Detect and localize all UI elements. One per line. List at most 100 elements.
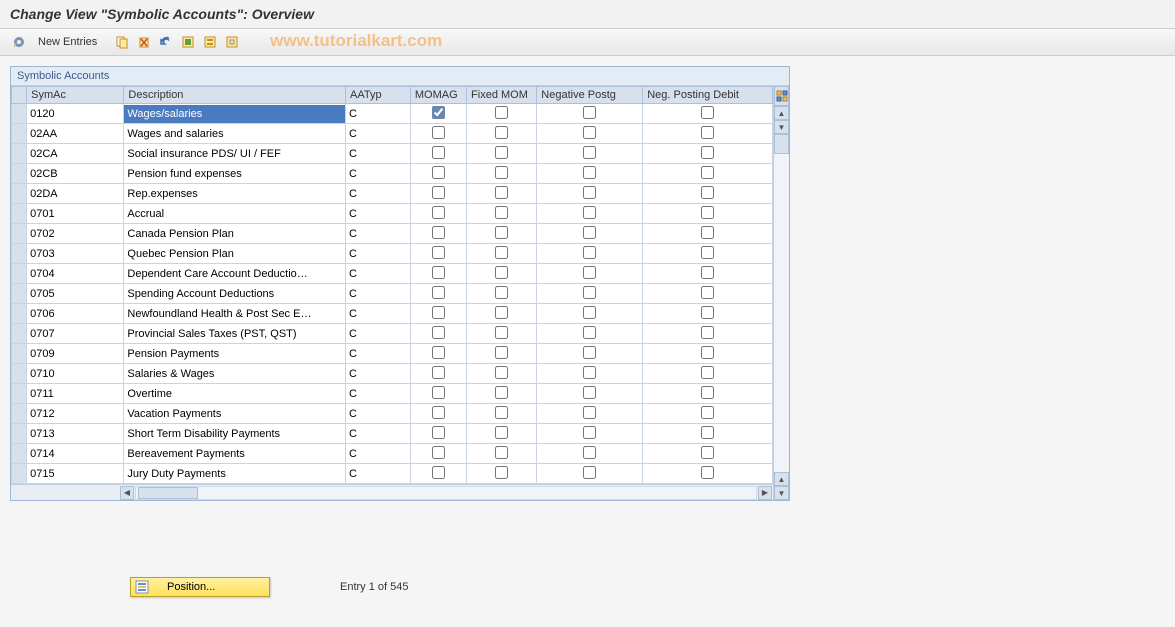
description-input[interactable] (124, 245, 345, 263)
description-input[interactable] (124, 425, 345, 443)
negp-checkbox[interactable] (583, 246, 596, 259)
row-selector[interactable] (12, 104, 27, 124)
momag-checkbox[interactable] (432, 466, 445, 479)
negd-checkbox[interactable] (701, 166, 714, 179)
position-button[interactable]: Position... (130, 577, 270, 597)
momag-checkbox[interactable] (432, 226, 445, 239)
negd-checkbox[interactable] (701, 306, 714, 319)
aatyp-input[interactable] (346, 365, 410, 383)
negd-checkbox[interactable] (701, 326, 714, 339)
momag-checkbox[interactable] (432, 126, 445, 139)
table-config-icon[interactable] (774, 86, 789, 106)
symac-input[interactable] (27, 165, 123, 183)
momag-checkbox[interactable] (432, 286, 445, 299)
momag-checkbox[interactable] (432, 206, 445, 219)
symac-input[interactable] (27, 105, 123, 123)
negd-checkbox[interactable] (701, 466, 714, 479)
vscroll-down-icon[interactable]: ▼ (774, 120, 789, 134)
negp-checkbox[interactable] (583, 406, 596, 419)
negd-checkbox[interactable] (701, 266, 714, 279)
momag-checkbox[interactable] (432, 246, 445, 259)
negp-checkbox[interactable] (583, 326, 596, 339)
description-input[interactable] (124, 325, 345, 343)
row-selector-header[interactable] (12, 87, 27, 104)
row-selector[interactable] (12, 144, 27, 164)
symac-input[interactable] (27, 325, 123, 343)
symac-input[interactable] (27, 225, 123, 243)
aatyp-input[interactable] (346, 185, 410, 203)
negp-checkbox[interactable] (583, 306, 596, 319)
momag-checkbox[interactable] (432, 386, 445, 399)
hscroll-thumb[interactable] (138, 487, 198, 499)
negd-checkbox[interactable] (701, 426, 714, 439)
row-selector[interactable] (12, 444, 27, 464)
aatyp-input[interactable] (346, 225, 410, 243)
description-input[interactable] (124, 305, 345, 323)
col-description[interactable]: Description (124, 87, 346, 104)
aatyp-input[interactable] (346, 245, 410, 263)
fmom-checkbox[interactable] (495, 346, 508, 359)
negp-checkbox[interactable] (583, 206, 596, 219)
fmom-checkbox[interactable] (495, 126, 508, 139)
momag-checkbox[interactable] (432, 306, 445, 319)
negp-checkbox[interactable] (583, 186, 596, 199)
description-input[interactable] (124, 265, 345, 283)
fmom-checkbox[interactable] (495, 106, 508, 119)
negp-checkbox[interactable] (583, 266, 596, 279)
negp-checkbox[interactable] (583, 146, 596, 159)
row-selector[interactable] (12, 344, 27, 364)
toggle-display-icon[interactable] (10, 33, 28, 51)
fmom-checkbox[interactable] (495, 226, 508, 239)
negp-checkbox[interactable] (583, 346, 596, 359)
col-fixed-mom[interactable]: Fixed MOM (467, 87, 537, 104)
fmom-checkbox[interactable] (495, 246, 508, 259)
fmom-checkbox[interactable] (495, 306, 508, 319)
row-selector[interactable] (12, 424, 27, 444)
horizontal-scrollbar[interactable]: ◀ ▶ (11, 484, 773, 500)
vscroll-down2-icon[interactable]: ▼ (774, 486, 789, 500)
new-entries-button[interactable]: New Entries (32, 34, 103, 50)
momag-checkbox[interactable] (432, 326, 445, 339)
fmom-checkbox[interactable] (495, 166, 508, 179)
description-input[interactable] (124, 165, 345, 183)
aatyp-input[interactable] (346, 385, 410, 403)
row-selector[interactable] (12, 244, 27, 264)
fmom-checkbox[interactable] (495, 286, 508, 299)
description-input[interactable] (124, 405, 345, 423)
col-symac[interactable]: SymAc (27, 87, 124, 104)
row-selector[interactable] (12, 304, 27, 324)
col-aatyp[interactable]: AATyp (346, 87, 411, 104)
negd-checkbox[interactable] (701, 446, 714, 459)
negd-checkbox[interactable] (701, 126, 714, 139)
symac-input[interactable] (27, 285, 123, 303)
fmom-checkbox[interactable] (495, 186, 508, 199)
vertical-scrollbar[interactable]: ▲ ▼ ▲ ▼ (773, 86, 789, 500)
symac-input[interactable] (27, 465, 123, 483)
aatyp-input[interactable] (346, 445, 410, 463)
symac-input[interactable] (27, 425, 123, 443)
negd-checkbox[interactable] (701, 206, 714, 219)
row-selector[interactable] (12, 264, 27, 284)
deselect-all-icon[interactable] (223, 33, 241, 51)
momag-checkbox[interactable] (432, 266, 445, 279)
symac-input[interactable] (27, 245, 123, 263)
description-input[interactable] (124, 345, 345, 363)
momag-checkbox[interactable] (432, 106, 445, 119)
momag-checkbox[interactable] (432, 426, 445, 439)
row-selector[interactable] (12, 204, 27, 224)
aatyp-input[interactable] (346, 345, 410, 363)
symac-input[interactable] (27, 385, 123, 403)
col-neg-postg[interactable]: Negative Postg (537, 87, 643, 104)
aatyp-input[interactable] (346, 205, 410, 223)
aatyp-input[interactable] (346, 465, 410, 483)
row-selector[interactable] (12, 384, 27, 404)
hscroll-right-icon[interactable]: ▶ (758, 486, 772, 500)
negp-checkbox[interactable] (583, 466, 596, 479)
symac-input[interactable] (27, 145, 123, 163)
momag-checkbox[interactable] (432, 366, 445, 379)
row-selector[interactable] (12, 324, 27, 344)
vscroll-thumb[interactable] (774, 134, 789, 154)
negd-checkbox[interactable] (701, 146, 714, 159)
aatyp-input[interactable] (346, 105, 410, 123)
negp-checkbox[interactable] (583, 426, 596, 439)
